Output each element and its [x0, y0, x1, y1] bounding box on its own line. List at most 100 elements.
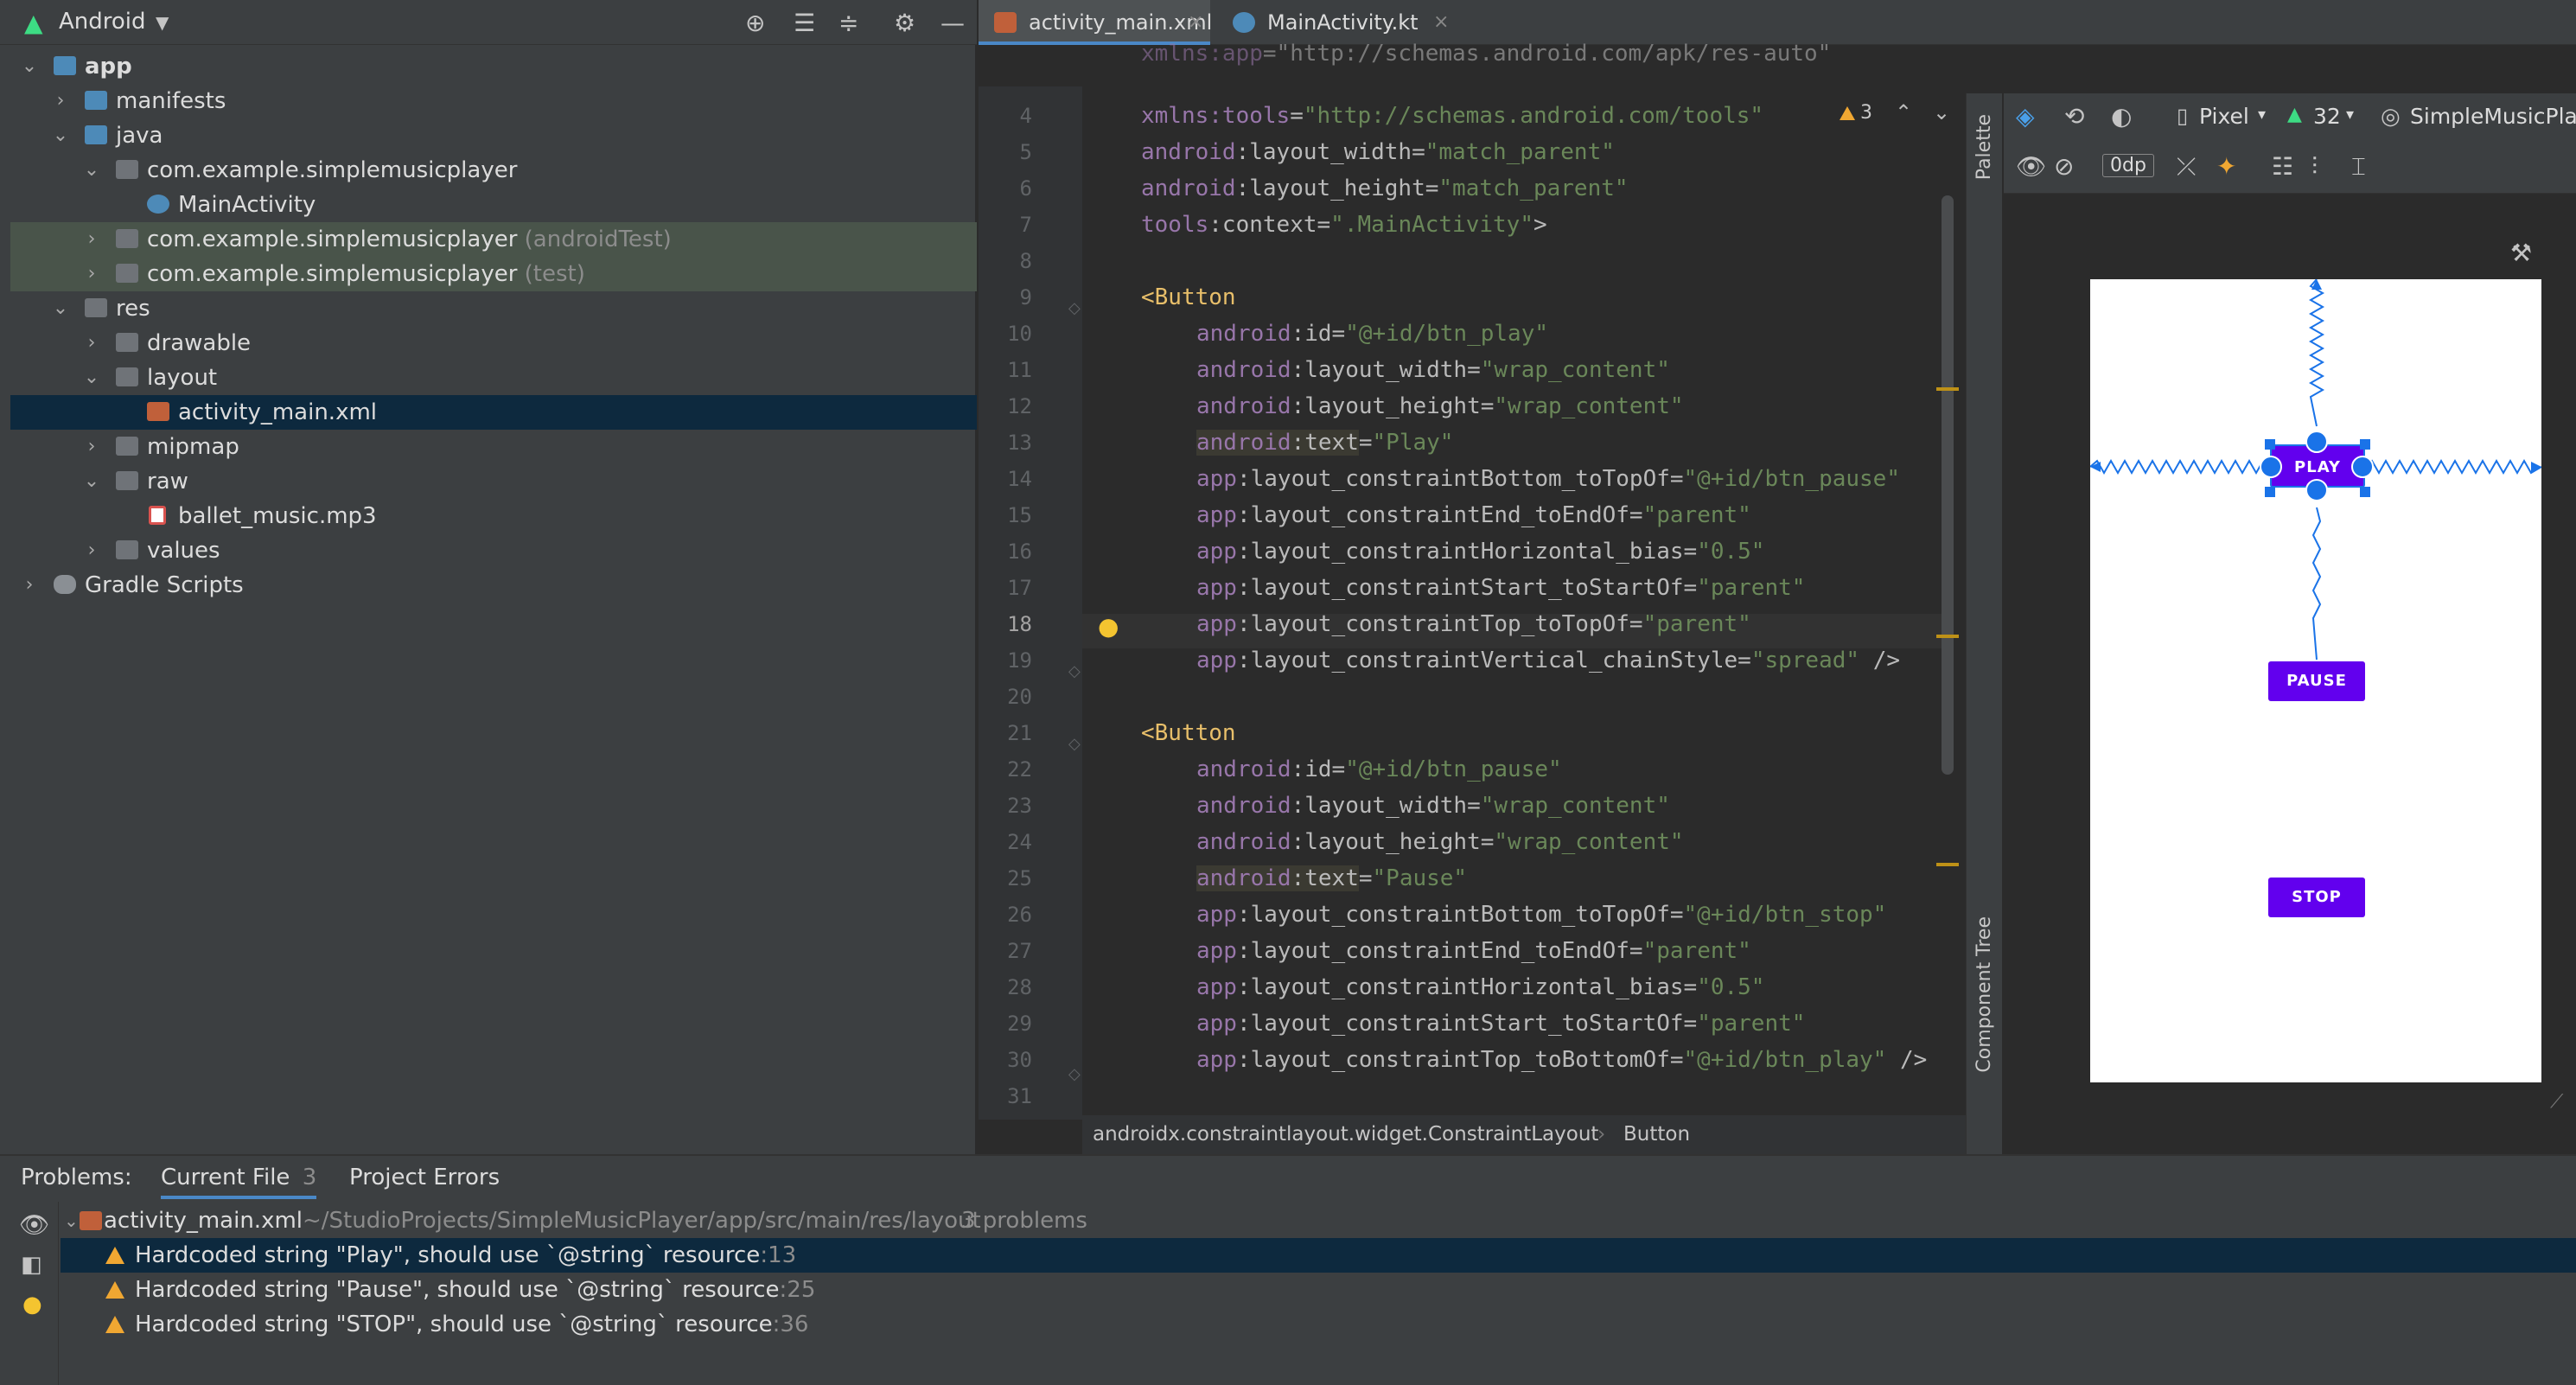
component-tree-tab[interactable]: Component Tree	[1973, 916, 1995, 1073]
breadcrumb-item[interactable]: androidx.constraintlayout.widget.Constra…	[1093, 1115, 1598, 1154]
palette-tab[interactable]: Palette	[1973, 114, 1995, 180]
theme-selector[interactable]: SimpleMusicPla	[2410, 104, 2576, 129]
code-line: app:layout_constraintTop_toTopOf="parent…	[1196, 611, 1751, 637]
tree-item-values[interactable]: › values	[10, 533, 977, 568]
chevron-right-icon[interactable]: ›	[81, 533, 102, 568]
chevron-down-icon[interactable]: ⌄	[64, 1203, 79, 1238]
tree-item-activity-main[interactable]: activity_main.xml	[10, 395, 977, 430]
orientation-icon[interactable]: ⟲	[2064, 102, 2084, 131]
guidelines-icon[interactable]: ⌶	[2351, 152, 2366, 182]
next-highlight-icon[interactable]: ⌄	[1933, 100, 1950, 124]
breadcrumb-item[interactable]: Button	[1623, 1115, 1690, 1154]
problem-line: :13	[760, 1242, 797, 1268]
problem-item[interactable]: Hardcoded string "Play", should use `@st…	[61, 1238, 2576, 1273]
previous-highlight-icon[interactable]: ⌃	[1895, 100, 1912, 124]
device-selector[interactable]: Pixel	[2199, 104, 2249, 129]
chevron-down-icon[interactable]: ▾	[2258, 105, 2266, 124]
chevron-down-icon[interactable]: ⌄	[50, 291, 71, 326]
gear-icon[interactable]: ⚙	[894, 9, 915, 37]
tree-item-mainactivity[interactable]: MainActivity	[10, 188, 977, 222]
warning-marker[interactable]	[1936, 863, 1959, 866]
tree-item-package-test[interactable]: › com.example.simplemusicplayer (test)	[10, 257, 977, 291]
design-mode-icon[interactable]: ◈	[2016, 102, 2035, 131]
line-number: 13	[1007, 431, 1032, 455]
collapse-all-icon[interactable]: ≑	[838, 9, 858, 37]
fold-icon[interactable]: ◇	[1068, 735, 1081, 753]
editor-scrollbar[interactable]	[1942, 195, 1954, 775]
tree-item-ballet-music[interactable]: ballet_music.mp3	[10, 499, 977, 533]
problems-file-row[interactable]: ⌄ activity_main.xml ~/StudioProjects/Sim…	[61, 1203, 2576, 1238]
chevron-down-icon[interactable]: ⌄	[19, 49, 40, 84]
tree-item-raw[interactable]: ⌄ raw	[10, 464, 977, 499]
warning-marker[interactable]	[1936, 387, 1959, 391]
tree-item-app[interactable]: ⌄ app	[10, 49, 977, 84]
resize-handle[interactable]	[2265, 487, 2275, 497]
resize-grip-icon[interactable]: ⟋	[2550, 1091, 2563, 1113]
constraint-handle-end[interactable]	[2351, 456, 2374, 478]
infer-constraints-icon[interactable]: ✦	[2216, 152, 2236, 181]
chevron-down-icon[interactable]: ▼	[156, 12, 169, 33]
stop-button-preview[interactable]: STOP	[2268, 878, 2365, 917]
api-selector[interactable]: 32	[2313, 104, 2341, 129]
tree-item-package[interactable]: ⌄ com.example.simplemusicplayer	[10, 153, 977, 188]
pause-button-preview[interactable]: PAUSE	[2268, 661, 2365, 701]
tree-item-drawable[interactable]: › drawable	[10, 326, 977, 361]
eye-icon[interactable]: 👁	[2016, 152, 2047, 181]
device-preview[interactable]: PLAY PAUSE STOP	[2090, 279, 2541, 1082]
expand-all-icon[interactable]: ☰	[794, 9, 815, 37]
chevron-down-icon[interactable]: ⌄	[81, 153, 102, 188]
wrench-icon[interactable]: ⚒	[2510, 239, 2532, 267]
inspection-widget[interactable]: 3	[1840, 102, 1872, 124]
project-view-selector[interactable]: Android	[59, 9, 146, 35]
resize-handle[interactable]	[2360, 487, 2370, 497]
align-icon[interactable]: ⫶	[2311, 152, 2318, 182]
problem-item[interactable]: Hardcoded string "Pause", should use `@s…	[61, 1273, 2576, 1307]
pack-icon[interactable]: ☷	[2272, 152, 2293, 181]
fold-icon[interactable]: ◇	[1068, 299, 1081, 317]
default-margin-selector[interactable]: 0dp	[2102, 154, 2154, 177]
clear-constraints-icon[interactable]: ⤫	[2177, 152, 2196, 182]
resize-handle[interactable]	[2360, 439, 2370, 450]
chevron-down-icon[interactable]: ⌄	[81, 361, 102, 395]
chevron-right-icon[interactable]: ›	[81, 430, 102, 464]
line-number: 23	[1007, 794, 1032, 818]
locate-icon[interactable]: ⊕	[745, 9, 765, 37]
chevron-down-icon[interactable]: ▾	[2346, 105, 2354, 124]
resize-handle[interactable]	[2265, 439, 2275, 450]
code-line: android:layout_height="wrap_content"	[1196, 393, 1684, 419]
line-number: 30	[1007, 1048, 1032, 1072]
tree-item-mipmap[interactable]: › mipmap	[10, 430, 977, 464]
constraint-handle-top[interactable]	[2305, 431, 2328, 453]
lightbulb-icon[interactable]: ●	[22, 1292, 42, 1318]
preview-icon[interactable]: ◧	[21, 1252, 42, 1278]
tree-item-label: activity_main.xml	[178, 399, 378, 425]
chevron-down-icon[interactable]: ⌄	[81, 464, 102, 499]
problem-item[interactable]: Hardcoded string "STOP", should use `@st…	[61, 1307, 2576, 1342]
lightbulb-icon[interactable]: ●	[1098, 612, 1119, 641]
tree-item-gradle-scripts[interactable]: › Gradle Scripts	[10, 568, 977, 603]
constraint-handle-bottom[interactable]	[2305, 479, 2328, 501]
minimize-icon[interactable]: —	[940, 9, 965, 37]
tree-item-res[interactable]: ⌄ res	[10, 291, 977, 326]
tree-item-layout[interactable]: ⌄ layout	[10, 361, 977, 395]
chevron-right-icon[interactable]: ›	[19, 568, 40, 603]
autoconnect-icon[interactable]: ⊘	[2054, 152, 2074, 181]
night-mode-icon[interactable]: ◐	[2111, 102, 2132, 131]
eye-icon[interactable]: 👁	[19, 1210, 50, 1239]
fold-icon[interactable]: ◇	[1068, 662, 1081, 680]
tree-item-manifests[interactable]: › manifests	[10, 84, 977, 118]
tree-item-label: java	[116, 123, 163, 149]
chevron-right-icon[interactable]: ›	[81, 222, 102, 257]
chevron-right-icon[interactable]: ›	[50, 84, 71, 118]
chevron-right-icon[interactable]: ›	[81, 257, 102, 291]
fold-icon[interactable]: ◇	[1068, 1065, 1081, 1083]
tab-current-file[interactable]: Current File 3	[161, 1165, 317, 1199]
tree-item-java[interactable]: ⌄ java	[10, 118, 977, 153]
tab-project-errors[interactable]: Project Errors	[349, 1165, 500, 1190]
chevron-down-icon[interactable]: ⌄	[50, 118, 71, 153]
constraint-toolbar: 👁 ⊘ 0dp ⤫ ✦ ☷ ⫶ ⌶	[2004, 145, 2576, 194]
constraint-handle-start[interactable]	[2260, 456, 2282, 478]
warning-marker[interactable]	[1936, 635, 1959, 638]
chevron-right-icon[interactable]: ›	[81, 326, 102, 361]
tree-item-package-androidtest[interactable]: › com.example.simplemusicplayer (android…	[10, 222, 977, 257]
